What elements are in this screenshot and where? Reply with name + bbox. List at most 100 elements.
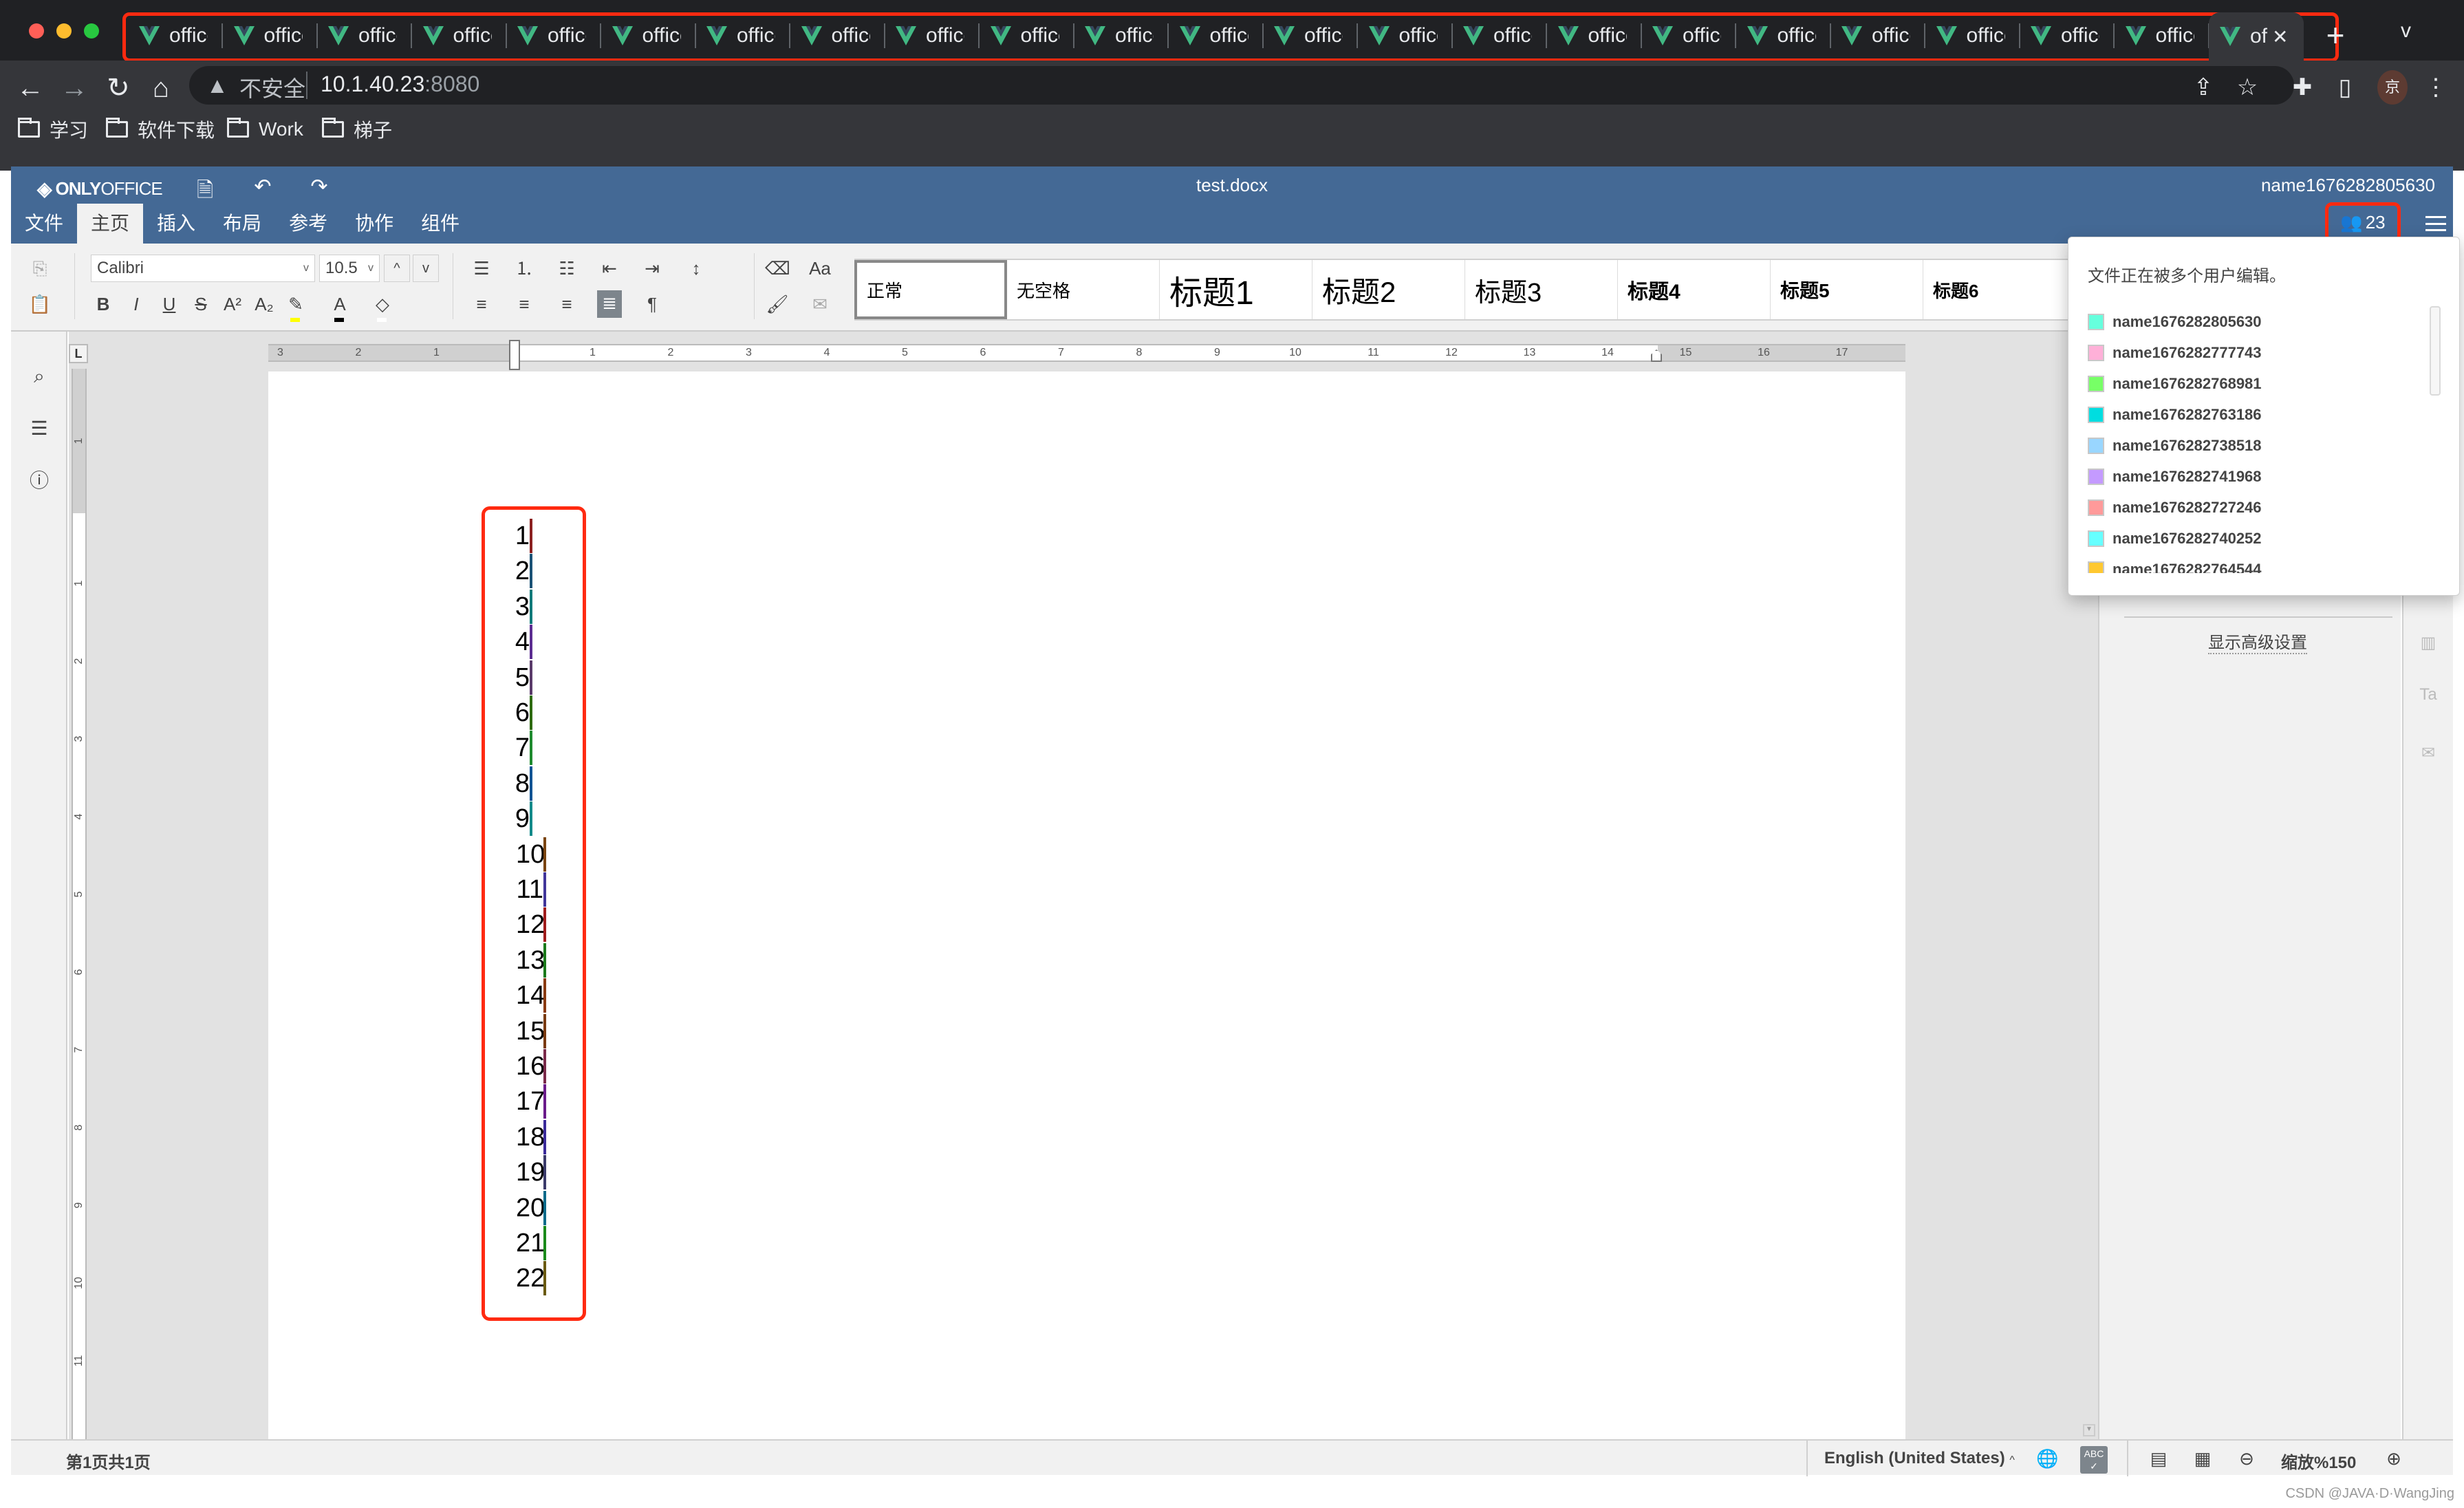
close-window-button[interactable] xyxy=(29,23,44,39)
browser-tab[interactable]: office xyxy=(1074,21,1169,51)
style-option[interactable]: 标题2 xyxy=(1312,260,1465,319)
browser-tab[interactable]: office xyxy=(1547,21,1642,51)
multilevel-list-icon[interactable]: ☷ xyxy=(554,256,579,281)
url-text[interactable]: 10.1.40.23:8080 xyxy=(321,72,479,97)
language-selector[interactable]: English (United States) ^ xyxy=(1824,1449,2015,1468)
paragraph-marks-icon[interactable]: ¶ xyxy=(640,292,664,316)
style-option[interactable]: 正常 xyxy=(854,260,1007,319)
style-option[interactable]: 无空格 xyxy=(1007,260,1160,319)
menu-tab[interactable]: 参考 xyxy=(275,204,341,244)
browser-tab[interactable]: office xyxy=(1925,21,2020,51)
info-icon[interactable]: ⓘ xyxy=(28,469,51,493)
menu-tab[interactable]: 主页 xyxy=(77,204,144,244)
increase-indent-icon[interactable]: ⇥ xyxy=(640,256,664,281)
fit-width-icon[interactable]: ▦ xyxy=(2192,1447,2214,1469)
browser-tab[interactable]: office xyxy=(412,21,507,51)
bold-button[interactable]: B xyxy=(91,292,116,316)
underline-button[interactable]: U xyxy=(157,292,182,316)
strikethrough-button[interactable]: S xyxy=(188,292,213,316)
browser-menu-icon[interactable]: ⋮ xyxy=(2420,72,2452,103)
style-option[interactable]: 标题1 xyxy=(1160,260,1312,319)
align-left-icon[interactable]: ≡ xyxy=(469,292,494,316)
show-advanced-settings-link[interactable]: 显示高级设置 xyxy=(2208,629,2307,654)
numbering-icon[interactable]: ⒈ xyxy=(512,256,537,281)
bookmark-item[interactable]: Work xyxy=(227,116,303,143)
maximize-window-button[interactable] xyxy=(84,23,99,39)
mail-merge-icon[interactable]: ✉ xyxy=(808,292,832,316)
address-bar[interactable] xyxy=(189,66,2294,105)
highlight-color-button[interactable]: ✎ xyxy=(283,292,308,316)
profile-avatar[interactable]: 京 xyxy=(2377,70,2408,105)
decrease-indent-icon[interactable]: ⇤ xyxy=(597,256,622,281)
document-line[interactable]: 9 xyxy=(515,801,530,836)
decrease-font-size-button[interactable]: v xyxy=(413,255,439,282)
left-indent-marker[interactable] xyxy=(509,340,520,370)
browser-tab[interactable]: office xyxy=(1169,21,1264,51)
browser-tab[interactable]: office xyxy=(506,21,601,51)
tab-search-button[interactable]: v xyxy=(2401,19,2411,43)
menu-tab[interactable]: 文件 xyxy=(11,204,77,244)
menu-tab[interactable]: 插入 xyxy=(143,204,209,244)
italic-button[interactable]: I xyxy=(124,292,149,316)
browser-tab[interactable]: office xyxy=(695,21,790,51)
home-button[interactable]: ⌂ xyxy=(144,72,177,105)
document-line[interactable]: 16 xyxy=(516,1049,545,1084)
line-spacing-icon[interactable]: ↕ xyxy=(684,256,709,281)
superscript-button[interactable]: A² xyxy=(220,292,245,316)
document-line[interactable]: 22 xyxy=(516,1261,545,1295)
document-line[interactable]: 2 xyxy=(515,554,530,588)
zoom-out-icon[interactable]: ⊖ xyxy=(2236,1447,2258,1469)
document-line[interactable]: 19 xyxy=(516,1155,545,1189)
bookmark-item[interactable]: 软件下载 xyxy=(106,116,215,143)
security-label[interactable]: 不安全 xyxy=(239,72,305,103)
spellcheck-button[interactable]: ABC ✓ xyxy=(2080,1446,2108,1474)
change-case-icon[interactable]: Aa xyxy=(808,256,832,281)
extensions-icon[interactable]: ✚ xyxy=(2287,72,2318,103)
bullets-icon[interactable]: ☰ xyxy=(469,256,494,281)
menu-tab[interactable]: 组件 xyxy=(407,204,473,244)
bookmark-item[interactable]: 梯子 xyxy=(322,116,392,143)
new-tab-button[interactable]: + xyxy=(2318,18,2353,52)
scroll-down-button[interactable]: ▼ xyxy=(2083,1424,2095,1436)
style-option[interactable]: 标题6 xyxy=(1923,260,2076,319)
browser-tab[interactable]: office xyxy=(2115,21,2209,51)
users-list-scrollbar[interactable] xyxy=(2430,306,2441,396)
font-color-button[interactable]: A xyxy=(327,292,352,316)
copy-icon[interactable]: ⎘ xyxy=(28,256,52,281)
hamburger-menu-icon[interactable] xyxy=(2425,216,2446,231)
browser-tab[interactable]: of ✕ xyxy=(2209,12,2304,61)
justify-icon[interactable]: ≣ xyxy=(597,290,622,318)
document-line[interactable]: 13 xyxy=(516,943,545,978)
browser-tab[interactable]: office xyxy=(1736,21,1831,51)
minimize-window-button[interactable] xyxy=(56,23,72,39)
document-line[interactable]: 11 xyxy=(516,872,543,907)
style-option[interactable]: 标题5 xyxy=(1771,260,1923,319)
browser-tab[interactable]: office xyxy=(1641,21,1736,51)
document-line[interactable]: 20 xyxy=(516,1191,545,1225)
shading-button[interactable]: ◇ xyxy=(370,292,395,316)
document-line[interactable]: 15 xyxy=(516,1014,545,1048)
fit-page-icon[interactable]: ▤ xyxy=(2148,1447,2170,1469)
globe-icon[interactable]: 🌐 xyxy=(2036,1447,2058,1469)
font-size-combo[interactable]: 10.5 v xyxy=(319,255,380,282)
style-option[interactable]: 标题3 xyxy=(1465,260,1618,319)
document-line[interactable]: 17 xyxy=(516,1084,545,1119)
browser-tab[interactable]: office xyxy=(601,21,696,51)
font-name-combo[interactable]: Calibri v xyxy=(91,255,315,282)
browser-tab[interactable]: office xyxy=(980,21,1074,51)
document-line[interactable]: 21 xyxy=(516,1226,545,1260)
share-icon[interactable]: ⇪ xyxy=(2187,72,2219,103)
align-center-icon[interactable]: ≡ xyxy=(512,292,537,316)
align-right-icon[interactable]: ≡ xyxy=(554,292,579,316)
style-option[interactable]: 标题4 xyxy=(1618,260,1771,319)
chart-settings-icon[interactable]: ▥ xyxy=(2419,633,2438,652)
text-art-icon[interactable]: Ta xyxy=(2419,685,2438,704)
document-line[interactable]: 8 xyxy=(515,766,530,801)
document-line[interactable]: 4 xyxy=(515,625,530,659)
mail-merge-settings-icon[interactable]: ✉ xyxy=(2419,743,2438,762)
browser-tab[interactable]: office xyxy=(128,21,223,51)
bookmark-star-icon[interactable]: ☆ xyxy=(2231,72,2263,103)
clear-style-icon[interactable]: ⌫ xyxy=(765,256,790,281)
document-line[interactable]: 18 xyxy=(516,1120,545,1154)
reload-button[interactable]: ↻ xyxy=(102,72,135,105)
